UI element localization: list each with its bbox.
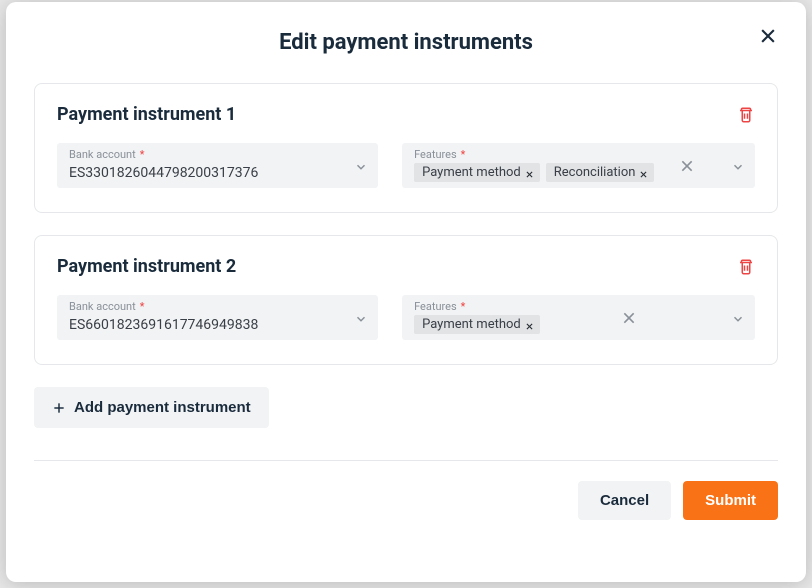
field-label: Features*	[414, 300, 465, 313]
field-row: Bank account* ES3301826044798200317376 F…	[57, 143, 755, 188]
add-payment-instrument-button[interactable]: Add payment instrument	[34, 387, 269, 428]
bank-account-select[interactable]: Bank account* ES6601823691617746949838	[57, 295, 378, 340]
field-label: Bank account*	[69, 148, 144, 161]
card-title: Payment instrument 1	[57, 104, 236, 125]
features-select[interactable]: Features* Payment method Reconciliation	[402, 143, 755, 188]
plus-icon	[52, 401, 66, 415]
payment-instrument-card: Payment instrument 1 Bank account* ES330…	[34, 83, 778, 213]
chevron-down-icon	[731, 159, 745, 173]
clear-icon[interactable]	[621, 310, 637, 326]
chevron-down-icon	[731, 311, 745, 325]
close-icon[interactable]	[758, 26, 778, 46]
clear-icon[interactable]	[679, 158, 695, 174]
edit-payment-instruments-modal: Edit payment instruments Payment instrum…	[6, 2, 806, 582]
field-label: Features*	[414, 148, 465, 161]
chevron-down-icon	[354, 159, 368, 173]
trash-icon[interactable]	[737, 258, 755, 276]
chevron-down-icon	[354, 311, 368, 325]
trash-icon[interactable]	[737, 106, 755, 124]
bank-account-select[interactable]: Bank account* ES3301826044798200317376	[57, 143, 378, 188]
remove-tag-icon[interactable]	[525, 320, 534, 329]
feature-tag: Payment method	[414, 163, 540, 182]
modal-title: Edit payment instruments	[34, 30, 778, 55]
cancel-button[interactable]: Cancel	[578, 481, 671, 520]
payment-instrument-card: Payment instrument 2 Bank account* ES660…	[34, 235, 778, 365]
feature-tag: Payment method	[414, 315, 540, 334]
remove-tag-icon[interactable]	[525, 168, 534, 177]
card-title: Payment instrument 2	[57, 256, 236, 277]
field-row: Bank account* ES6601823691617746949838 F…	[57, 295, 755, 340]
feature-tag: Reconciliation	[546, 163, 655, 182]
features-select[interactable]: Features* Payment method	[402, 295, 755, 340]
remove-tag-icon[interactable]	[639, 168, 648, 177]
card-header: Payment instrument 1	[57, 104, 755, 125]
submit-button[interactable]: Submit	[683, 481, 778, 520]
card-header: Payment instrument 2	[57, 256, 755, 277]
field-label: Bank account*	[69, 300, 144, 313]
modal-footer: Cancel Submit	[34, 460, 778, 520]
